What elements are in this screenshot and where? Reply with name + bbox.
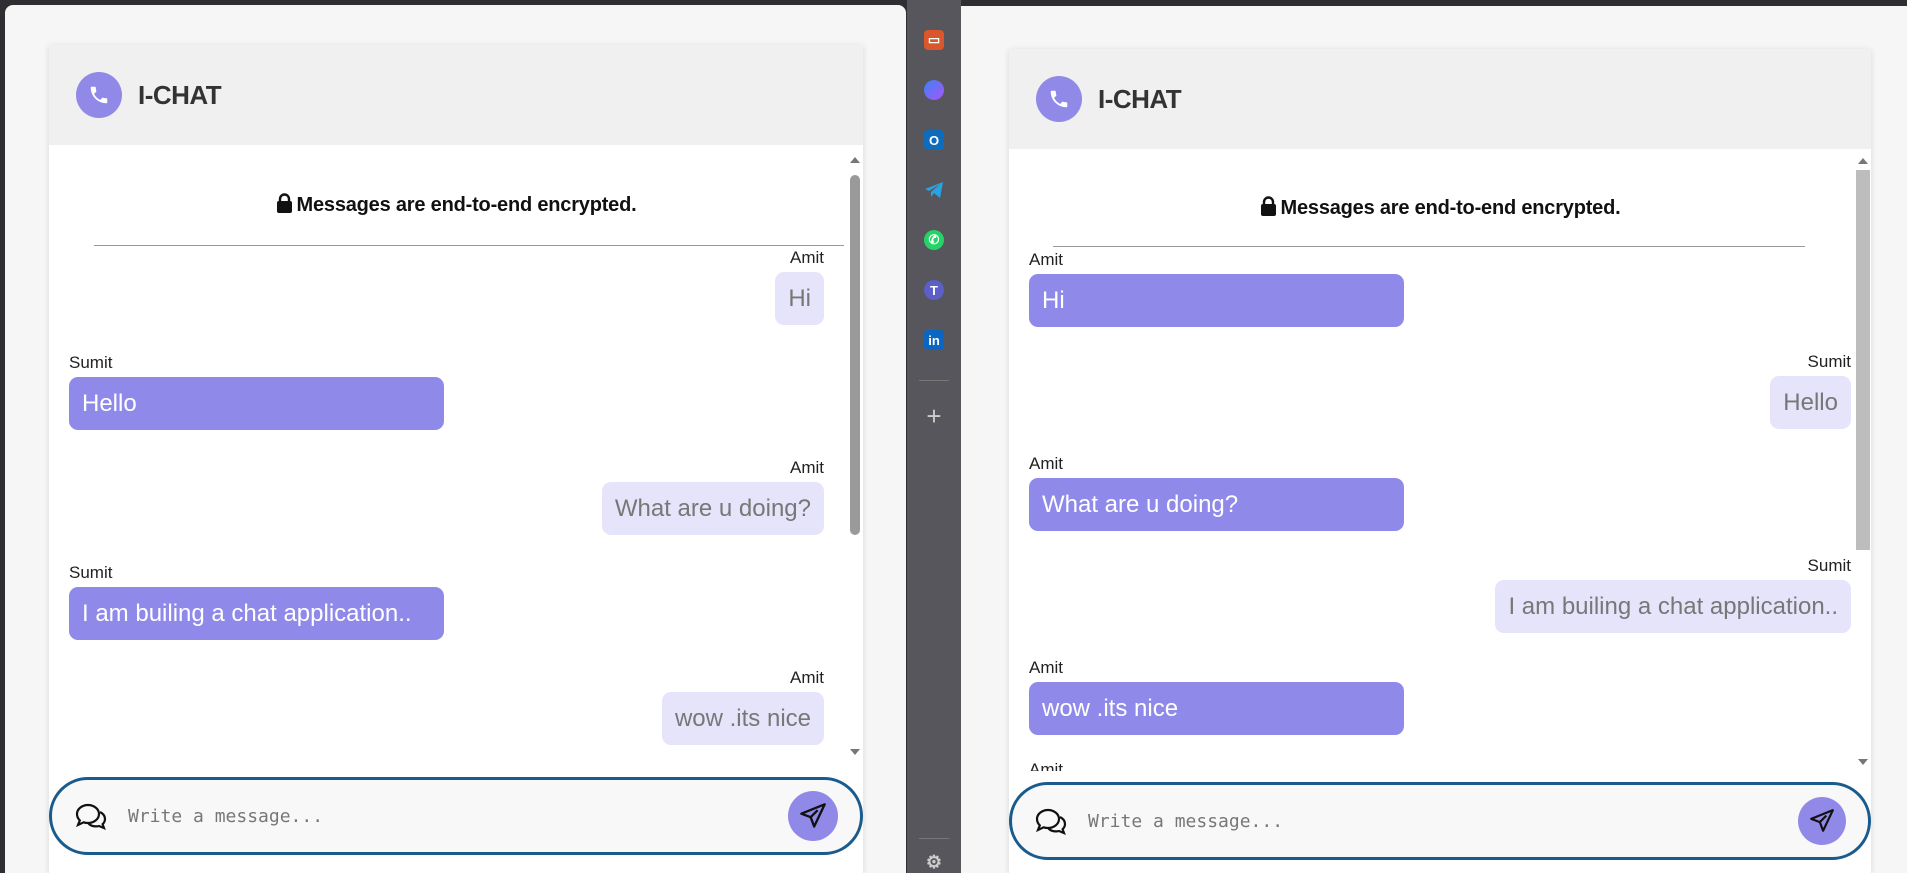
message-sender: Sumit <box>1807 352 1851 371</box>
message-sender: Sumit <box>69 563 113 582</box>
message-item: Amit What are u doing? <box>601 458 824 535</box>
message-composer <box>49 777 863 855</box>
message-sender: Amit <box>1029 658 1063 677</box>
scrollbar[interactable] <box>1855 149 1871 771</box>
scroll-thumb[interactable] <box>850 175 860 535</box>
teams-icon[interactable]: T <box>924 280 944 300</box>
message-composer <box>1009 782 1871 860</box>
message-item: Amit wow .its nice <box>1029 658 1404 735</box>
chat-title: I-CHAT <box>1098 83 1182 114</box>
message-item: Amit <box>1029 760 1063 771</box>
message-bubble[interactable]: wow .its nice <box>661 692 824 745</box>
message-sender: Sumit <box>69 353 113 372</box>
message-item: Amit Hi <box>1029 250 1404 327</box>
scroll-down-arrow[interactable] <box>1858 759 1868 765</box>
message-item: Sumit Hello <box>69 353 444 430</box>
lock-icon <box>1260 196 1276 216</box>
send-icon <box>1810 809 1834 832</box>
message-item: Amit wow .its nice <box>661 668 824 745</box>
chat-bubbles-icon <box>1035 808 1067 835</box>
message-bubble[interactable]: Hi <box>775 272 824 325</box>
phone-icon[interactable] <box>76 72 122 118</box>
right-browser-window: I-CHAT Messages are end-to-end encrypted… <box>961 6 1907 873</box>
message-sender: Amit <box>1029 250 1063 269</box>
message-list[interactable]: Messages are end-to-end encrypted. Amit … <box>49 145 863 767</box>
message-bubble[interactable]: Hi <box>1029 274 1404 327</box>
briefcase-icon[interactable]: ▭ <box>924 30 944 50</box>
message-input[interactable] <box>1088 810 1798 832</box>
message-sender: Sumit <box>1807 556 1851 575</box>
message-sender: Amit <box>790 668 824 687</box>
phone-icon[interactable] <box>1036 76 1082 122</box>
encryption-text: Messages are end-to-end encrypted. <box>1280 197 1621 219</box>
encryption-notice: Messages are end-to-end encrypted. <box>49 193 863 217</box>
send-button[interactable] <box>788 791 838 841</box>
message-bubble[interactable]: Hello <box>1770 376 1851 429</box>
copilot-icon[interactable] <box>924 80 944 100</box>
message-item: Amit Hi <box>775 248 824 325</box>
message-item: Sumit Hello <box>1770 352 1851 429</box>
left-browser-window: I-CHAT Messages are end-to-end encrypted… <box>5 5 906 873</box>
scroll-down-arrow[interactable] <box>850 749 860 755</box>
scrollbar[interactable] <box>847 145 863 767</box>
send-icon <box>800 803 826 828</box>
message-bubble[interactable]: I am builing a chat application.. <box>69 587 444 640</box>
sidebar-divider <box>919 838 949 839</box>
linkedin-icon[interactable]: in <box>924 330 944 350</box>
lock-icon <box>276 193 292 213</box>
outlook-icon[interactable]: O <box>924 130 944 150</box>
message-sender: Amit <box>1029 760 1063 771</box>
add-icon[interactable]: + <box>924 403 944 429</box>
message-bubble[interactable]: What are u doing? <box>601 482 824 535</box>
divider <box>1053 246 1805 247</box>
message-list[interactable]: Messages are end-to-end encrypted. Amit … <box>1009 149 1871 771</box>
encryption-text: Messages are end-to-end encrypted. <box>296 194 637 216</box>
scroll-up-arrow[interactable] <box>850 157 860 163</box>
chat-panel-right: I-CHAT Messages are end-to-end encrypted… <box>1009 49 1871 873</box>
sidebar-divider <box>919 380 949 381</box>
message-item: Amit What are u doing? <box>1029 454 1404 531</box>
scroll-thumb[interactable] <box>1856 170 1870 550</box>
telegram-icon[interactable] <box>924 180 944 200</box>
chat-bubbles-icon <box>75 803 107 830</box>
chat-header: I-CHAT <box>49 45 863 145</box>
browser-sidebar: ▭ O ✆ T in + ⚙ <box>907 0 961 873</box>
chat-panel-left: I-CHAT Messages are end-to-end encrypted… <box>49 45 863 873</box>
message-item: Sumit I am builing a chat application.. <box>69 563 444 640</box>
message-sender: Amit <box>790 248 824 267</box>
divider <box>94 245 844 246</box>
message-bubble[interactable]: wow .its nice <box>1029 682 1404 735</box>
send-button[interactable] <box>1798 797 1846 845</box>
message-bubble[interactable]: What are u doing? <box>1029 478 1404 531</box>
message-input[interactable] <box>128 805 788 827</box>
chat-title: I-CHAT <box>138 79 222 110</box>
scroll-up-arrow[interactable] <box>1858 158 1868 164</box>
message-item: Sumit I am builing a chat application.. <box>1495 556 1851 633</box>
message-sender: Amit <box>790 458 824 477</box>
chat-header: I-CHAT <box>1009 49 1871 149</box>
message-bubble[interactable]: I am builing a chat application.. <box>1495 580 1851 633</box>
settings-icon[interactable]: ⚙ <box>924 852 944 872</box>
message-bubble[interactable]: Hello <box>69 377 444 430</box>
whatsapp-icon[interactable]: ✆ <box>924 230 944 250</box>
encryption-notice: Messages are end-to-end encrypted. <box>1009 196 1871 220</box>
message-sender: Amit <box>1029 454 1063 473</box>
